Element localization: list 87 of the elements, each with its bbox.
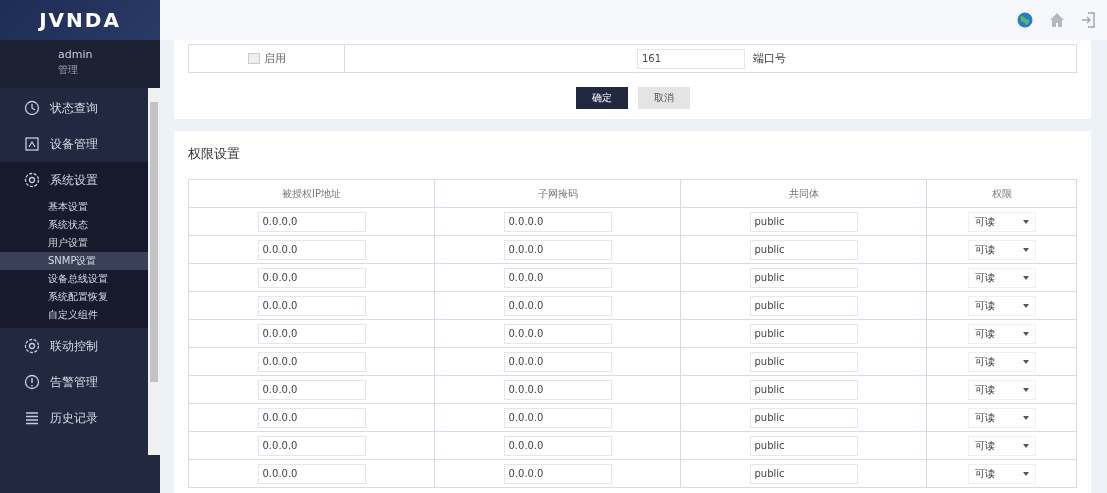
sidebar-item[interactable]: 系统设置 <box>0 162 148 198</box>
ip-field[interactable]: 0.0.0.0 <box>257 267 366 288</box>
mask-field[interactable]: 0.0.0.0 <box>503 407 612 428</box>
gear-icon <box>24 338 40 354</box>
mask-field[interactable]: 0.0.0.0 <box>503 379 612 400</box>
sidebar-subitem[interactable]: 设备总线设置 <box>0 270 148 288</box>
logout-icon[interactable] <box>1081 12 1095 28</box>
ip-field[interactable]: 0.0.0.0 <box>257 435 366 456</box>
mask-field[interactable]: 0.0.0.0 <box>503 267 612 288</box>
port-label: 端口号 <box>753 51 786 66</box>
gear-icon <box>24 172 40 188</box>
logo: JVNDA <box>0 0 160 40</box>
access-dropdown[interactable]: 可读 <box>967 211 1036 232</box>
checkbox[interactable] <box>247 53 260 64</box>
clock-icon <box>24 100 40 116</box>
device-icon <box>24 136 40 152</box>
community-field[interactable]: public <box>749 323 858 344</box>
sidebar-subitem[interactable]: 用户设置 <box>0 234 148 252</box>
column-header: 子网掩码 <box>434 179 681 208</box>
mask-field[interactable]: 0.0.0.0 <box>503 295 612 316</box>
sidebar-item[interactable]: 设备管理 <box>0 126 148 162</box>
sidebar-item[interactable]: 联动控制 <box>0 328 148 364</box>
sidebar-subitem[interactable]: SNMP设置 <box>0 252 148 270</box>
mask-field[interactable]: 0.0.0.0 <box>503 435 612 456</box>
caret-icon <box>1022 359 1029 364</box>
community-field[interactable]: public <box>749 407 858 428</box>
ip-field[interactable]: 0.0.0.0 <box>257 379 366 400</box>
ip-field[interactable]: 0.0.0.0 <box>257 407 366 428</box>
caret-icon <box>1022 387 1029 392</box>
home-icon[interactable] <box>1049 12 1065 28</box>
ip-field[interactable]: 0.0.0.0 <box>257 211 366 232</box>
ip-field[interactable]: 0.0.0.0 <box>257 323 366 344</box>
column-header: 权限 <box>926 179 1077 208</box>
access-dropdown[interactable]: 可读 <box>967 407 1036 428</box>
community-field[interactable]: public <box>749 351 858 372</box>
community-field[interactable]: public <box>749 435 858 456</box>
sidebar-item[interactable]: 告警管理 <box>0 364 148 400</box>
caret-icon <box>1022 331 1029 336</box>
globe-icon[interactable] <box>1017 12 1033 28</box>
mask-field[interactable]: 0.0.0.0 <box>503 463 612 484</box>
community-field[interactable]: public <box>749 267 858 288</box>
community-field[interactable]: public <box>749 379 858 400</box>
section-title: 权限设置 <box>188 145 241 163</box>
access-dropdown[interactable]: 可读 <box>967 323 1036 344</box>
caret-icon <box>1022 219 1029 224</box>
list-icon <box>24 410 40 426</box>
sidebar-subitem[interactable]: 自定义组件 <box>0 306 148 324</box>
cancel-button[interactable]: 取消 <box>637 87 690 109</box>
ip-field[interactable]: 0.0.0.0 <box>257 239 366 260</box>
access-dropdown[interactable]: 可读 <box>967 267 1036 288</box>
scrollbar[interactable] <box>148 88 160 455</box>
caret-icon <box>1022 247 1029 252</box>
access-dropdown[interactable]: 可读 <box>967 239 1036 260</box>
sidebar-item[interactable]: 状态查询 <box>0 90 148 126</box>
sidebar-subitem[interactable]: 基本设置 <box>0 198 148 216</box>
checkbox-label: 启用 <box>263 51 286 66</box>
access-dropdown[interactable]: 可读 <box>967 435 1036 456</box>
mask-field[interactable]: 0.0.0.0 <box>503 239 612 260</box>
ip-field[interactable]: 0.0.0.0 <box>257 295 366 316</box>
column-header: 共同体 <box>680 179 927 208</box>
caret-icon <box>1022 415 1029 420</box>
community-field[interactable]: public <box>749 295 858 316</box>
user-role: 管理 <box>58 63 79 77</box>
community-field[interactable]: public <box>749 463 858 484</box>
access-dropdown[interactable]: 可读 <box>967 295 1036 316</box>
community-field[interactable]: public <box>749 211 858 232</box>
ip-field[interactable]: 0.0.0.0 <box>257 463 366 484</box>
caret-icon <box>1022 303 1029 308</box>
alert-icon <box>24 374 40 390</box>
caret-icon <box>1022 443 1029 448</box>
caret-icon <box>1022 275 1029 280</box>
column-header: 被授权IP地址 <box>188 179 435 208</box>
caret-icon <box>1022 471 1029 476</box>
community-field[interactable]: public <box>749 239 858 260</box>
mask-field[interactable]: 0.0.0.0 <box>503 323 612 344</box>
access-dropdown[interactable]: 可读 <box>967 379 1036 400</box>
access-dropdown[interactable]: 可读 <box>967 351 1036 372</box>
sidebar-subitem[interactable]: 系统状态 <box>0 216 148 234</box>
port-field[interactable]: 161 <box>637 48 745 69</box>
user-name: admin <box>58 48 94 61</box>
mask-field[interactable]: 0.0.0.0 <box>503 351 612 372</box>
access-dropdown[interactable]: 可读 <box>967 463 1036 484</box>
sidebar-subitem[interactable]: 系统配置恢复 <box>0 288 148 306</box>
confirm-button[interactable]: 确定 <box>575 87 628 109</box>
sidebar-item[interactable]: 历史记录 <box>0 400 148 436</box>
ip-field[interactable]: 0.0.0.0 <box>257 351 366 372</box>
mask-field[interactable]: 0.0.0.0 <box>503 211 612 232</box>
